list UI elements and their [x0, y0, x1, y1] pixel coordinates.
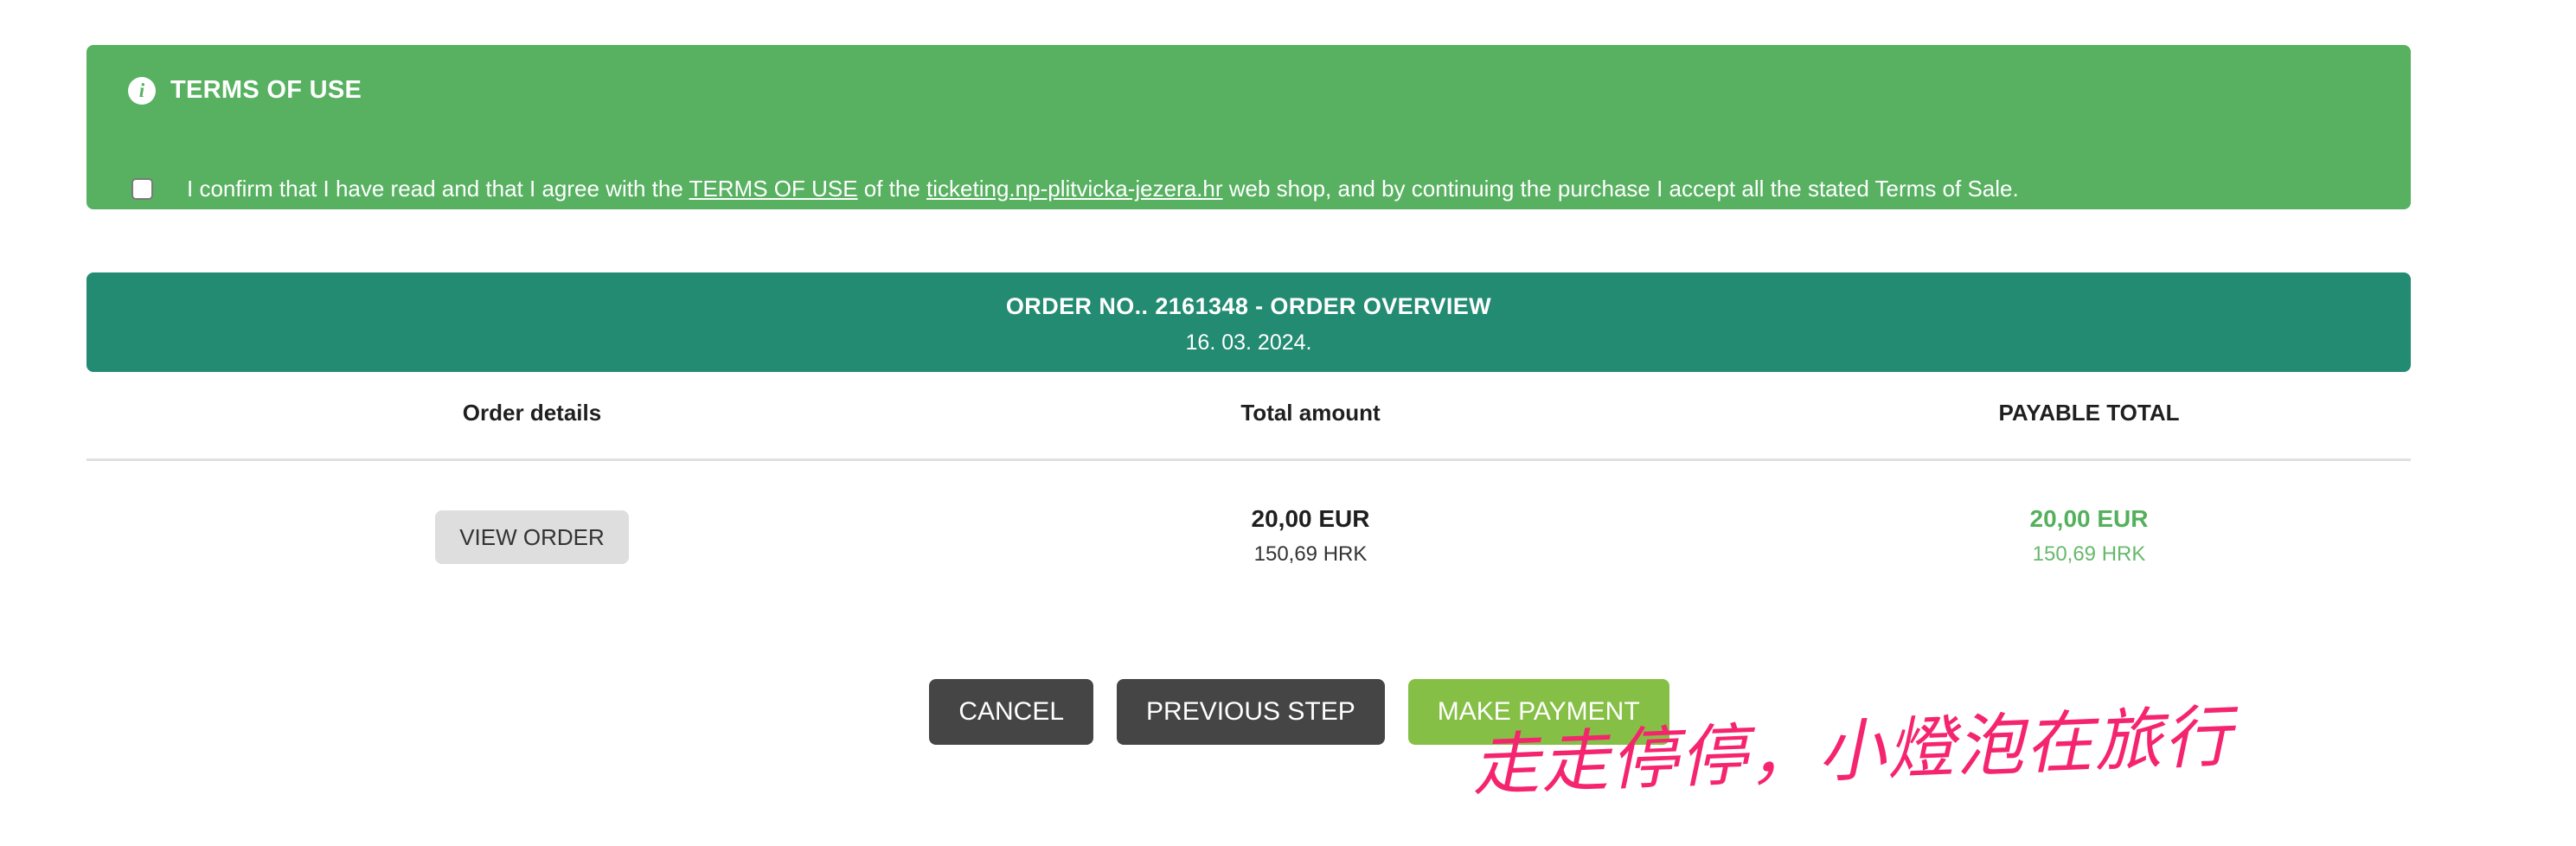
cancel-button[interactable]: CANCEL	[929, 679, 1094, 745]
cell-order-details: VIEW ORDER	[337, 510, 727, 564]
terms-agreement-checkbox[interactable]	[131, 178, 153, 200]
total-amount-eur: 20,00 EUR	[1251, 505, 1370, 532]
payable-total-eur: 20,00 EUR	[2029, 505, 2149, 532]
column-header-payable-total: PAYABLE TOTAL	[1998, 400, 2180, 426]
terms-of-use-panel: i TERMS OF USE I confirm that I have rea…	[87, 45, 2411, 209]
make-payment-button[interactable]: MAKE PAYMENT	[1407, 679, 1669, 745]
total-amount-hrk: 150,69 HRK	[1253, 542, 1368, 566]
terms-of-use-header: i TERMS OF USE	[128, 76, 362, 105]
column-header-order-details: Order details	[462, 400, 602, 426]
order-table-header: Order details Total amount PAYABLE TOTAL	[87, 400, 2411, 448]
terms-of-use-title: TERMS OF USE	[170, 76, 362, 104]
payable-total-hrk: 150,69 HRK	[2032, 542, 2146, 566]
column-header-total-amount: Total amount	[1240, 400, 1381, 426]
terms-consent-row: I confirm that I have read and that I ag…	[128, 175, 2019, 202]
table-divider	[87, 458, 2411, 461]
action-button-bar: CANCEL PREVIOUS STEP MAKE PAYMENT	[0, 679, 2576, 745]
order-overview-header: ORDER NO.. 2161348 - ORDER OVERVIEW 16. …	[87, 272, 2411, 372]
consent-text-middle: of the	[857, 176, 927, 202]
terms-of-use-link[interactable]: TERMS OF USE	[689, 176, 858, 202]
consent-text-prefix: I confirm that I have read and that I ag…	[187, 176, 689, 202]
terms-consent-text: I confirm that I have read and that I ag…	[187, 175, 2019, 202]
info-circle-icon: i	[128, 76, 156, 105]
order-overview-date: 16. 03. 2024.	[1185, 330, 1312, 355]
checkout-order-overview-page: i TERMS OF USE I confirm that I have rea…	[0, 0, 2576, 846]
order-overview-title: ORDER NO.. 2161348 - ORDER OVERVIEW	[1005, 293, 1492, 319]
cell-total-amount: 20,00 EUR 150,69 HRK	[1116, 503, 1505, 569]
previous-step-button[interactable]: PREVIOUS STEP	[1117, 679, 1385, 745]
consent-text-suffix: web shop, and by continuing the purchase…	[1222, 176, 2019, 202]
webshop-domain-link[interactable]: ticketing.np-plitvicka-jezera.hr	[926, 176, 1222, 202]
order-table-row: VIEW ORDER 20,00 EUR 150,69 HRK 20,00 EU…	[87, 484, 2411, 631]
view-order-button[interactable]: VIEW ORDER	[435, 510, 629, 564]
cell-payable-total: 20,00 EUR 150,69 HRK	[1894, 503, 2284, 569]
